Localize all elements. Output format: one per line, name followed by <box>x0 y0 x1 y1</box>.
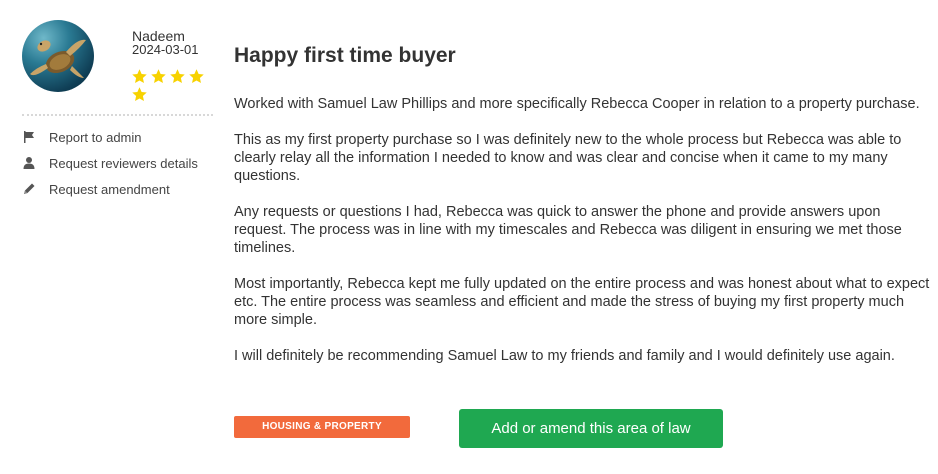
star-icon <box>131 86 148 103</box>
review-paragraph: I will definitely be recommending Samuel… <box>234 348 895 364</box>
report-to-admin-label: Report to admin <box>49 129 142 145</box>
user-icon <box>22 156 36 170</box>
star-icon <box>169 68 186 85</box>
review-title: Happy first time buyer <box>234 44 456 67</box>
request-reviewers-details-label: Request reviewers details <box>49 155 198 171</box>
turtle-icon <box>30 39 86 78</box>
review-paragraph: Most importantly, Rebecca kept me fully … <box>234 276 930 328</box>
reviewer-avatar <box>22 20 94 92</box>
flag-icon <box>22 130 36 144</box>
review-paragraph: Any requests or questions I had, Rebecca… <box>234 204 902 256</box>
request-amendment-link[interactable]: Request amendment <box>22 180 170 198</box>
review-date: 2024-03-01 <box>132 42 199 57</box>
request-amendment-label: Request amendment <box>49 181 170 197</box>
star-icon <box>188 68 205 85</box>
report-to-admin-link[interactable]: Report to admin <box>22 128 142 146</box>
review-sidebar: Nadeem 2024-03-01 Report to admin Reques… <box>0 0 215 474</box>
review-body: Worked with Samuel Law Phillips and more… <box>234 95 934 383</box>
star-icon <box>150 68 167 85</box>
review-paragraph: This as my first property purchase so I … <box>234 132 902 184</box>
review-paragraph: Worked with Samuel Law Phillips and more… <box>234 96 920 112</box>
sidebar-divider <box>22 114 213 116</box>
request-reviewers-details-link[interactable]: Request reviewers details <box>22 154 198 172</box>
star-icon <box>131 68 148 85</box>
add-or-amend-area-button[interactable]: Add or amend this area of law <box>459 409 723 448</box>
pencil-icon <box>22 182 36 196</box>
star-rating <box>131 68 211 104</box>
area-of-law-tag[interactable]: HOUSING & PROPERTY <box>234 416 410 438</box>
